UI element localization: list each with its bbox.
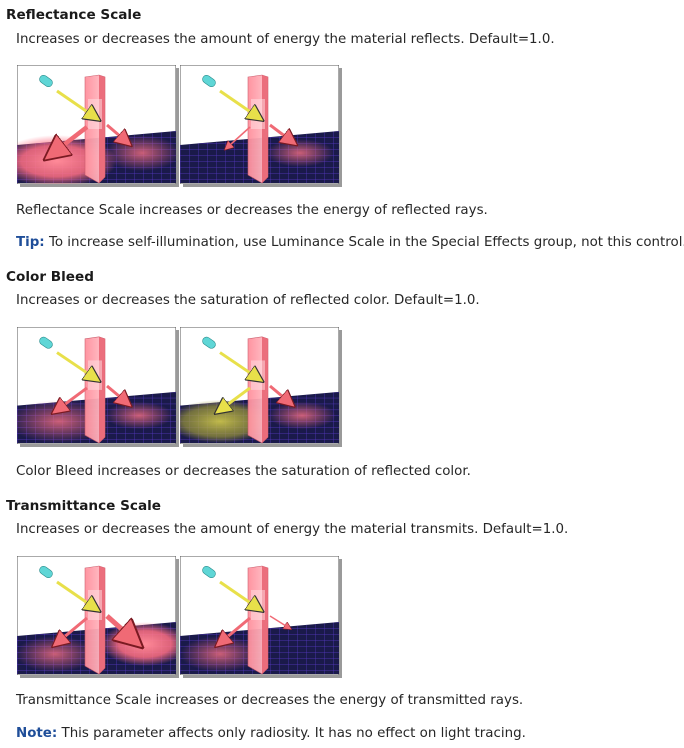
transmittance-scale-image-high bbox=[17, 556, 176, 675]
reflectance-scale-image-low bbox=[180, 65, 339, 184]
note-paragraph: Note: This parameter affects only radios… bbox=[16, 726, 526, 741]
section-title-color-bleed: Color Bleed bbox=[6, 269, 94, 285]
section-title-reflectance-scale: Reflectance Scale bbox=[6, 7, 142, 23]
note-text: This parameter affects only radiosity. I… bbox=[61, 726, 526, 741]
color-bleed-description: Increases or decreases the saturation of… bbox=[16, 293, 480, 308]
color-bleed-image-low bbox=[17, 327, 176, 444]
transmittance-scale-image-low bbox=[180, 556, 339, 675]
reflectance-scale-image-high bbox=[17, 65, 176, 184]
reflectance-scale-caption: Reflectance Scale increases or decreases… bbox=[16, 203, 488, 218]
tip-text: To increase self-illumination, use Lumin… bbox=[48, 235, 684, 250]
section-title-transmittance-scale: Transmittance Scale bbox=[6, 498, 162, 514]
color-bleed-image-high bbox=[180, 327, 339, 444]
transmittance-scale-caption: Transmittance Scale increases or decreas… bbox=[16, 693, 524, 708]
transmittance-scale-description: Increases or decreases the amount of ene… bbox=[16, 522, 569, 537]
tip-label: Tip: bbox=[16, 235, 45, 250]
tip-paragraph: Tip: To increase self-illumination, use … bbox=[16, 235, 684, 250]
color-bleed-caption: Color Bleed increases or decreases the s… bbox=[16, 464, 471, 479]
note-label: Note: bbox=[16, 726, 58, 741]
reflectance-scale-description: Increases or decreases the amount of ene… bbox=[16, 32, 555, 47]
